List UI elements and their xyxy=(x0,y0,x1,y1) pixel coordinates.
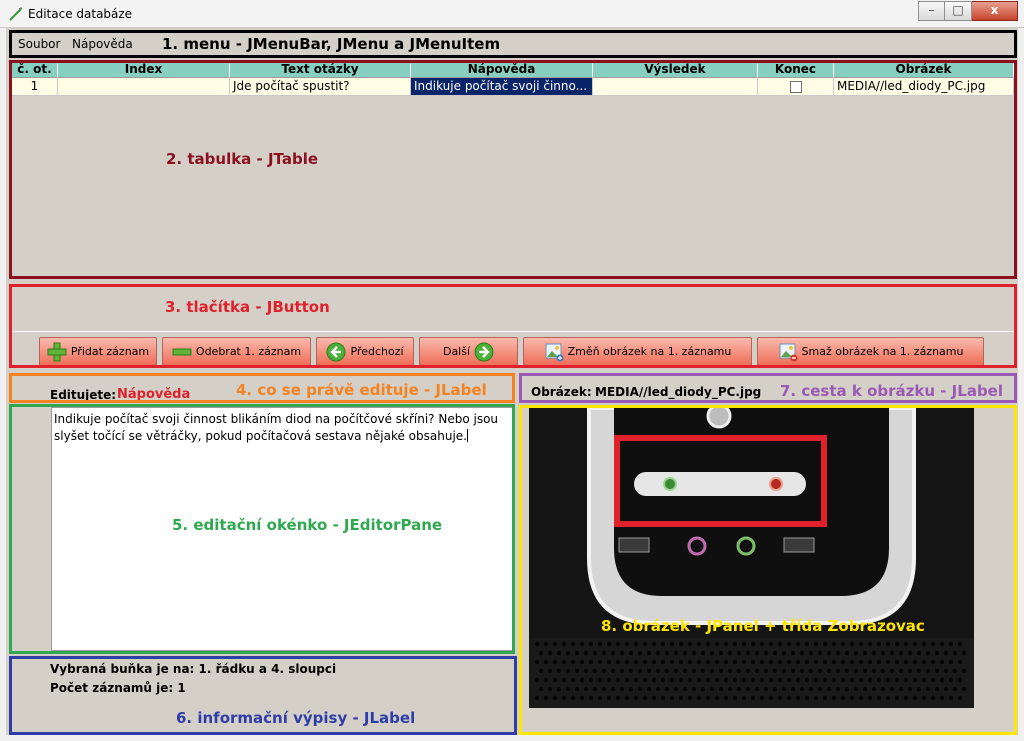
app-icon xyxy=(9,7,23,21)
editor-annotation-label: 5. editační okénko - JEditorPane xyxy=(172,516,443,534)
window-controls: – □ x xyxy=(918,1,1018,21)
image-annotation-label: 8. obrázek - JPanel + třída Zobrazovac xyxy=(601,617,925,635)
close-icon: x xyxy=(990,3,999,17)
image-annotation-box xyxy=(519,405,1017,735)
buttons-annotation-label: 3. tlačítka - JButton xyxy=(165,298,330,316)
maximize-icon: □ xyxy=(952,3,964,17)
image-path-annotation-label: 7. cesta k obrázku - JLabel xyxy=(780,382,1003,400)
minimize-icon: – xyxy=(928,3,935,17)
menu-annotation-label: 1. menu - JMenuBar, JMenu a JMenuItem xyxy=(162,35,501,53)
table-annotation-box xyxy=(9,60,1017,279)
buttons-annotation-box xyxy=(9,284,1017,368)
maximize-button[interactable]: □ xyxy=(945,1,972,21)
title-bar: Editace databáze – □ x xyxy=(0,0,1024,28)
window-title: Editace databáze xyxy=(28,7,133,21)
window-border-bottom xyxy=(0,735,1024,741)
editing-annotation-label: 4. co se právě edituje - JLabel xyxy=(236,381,487,399)
info-annotation-label: 6. informační výpisy - JLabel xyxy=(176,709,416,727)
window-border-right xyxy=(1018,28,1024,741)
close-button[interactable]: x xyxy=(972,1,1018,21)
menu-annotation-box xyxy=(9,30,1017,58)
minimize-button[interactable]: – xyxy=(918,1,945,21)
table-annotation-label: 2. tabulka - JTable xyxy=(166,150,319,168)
